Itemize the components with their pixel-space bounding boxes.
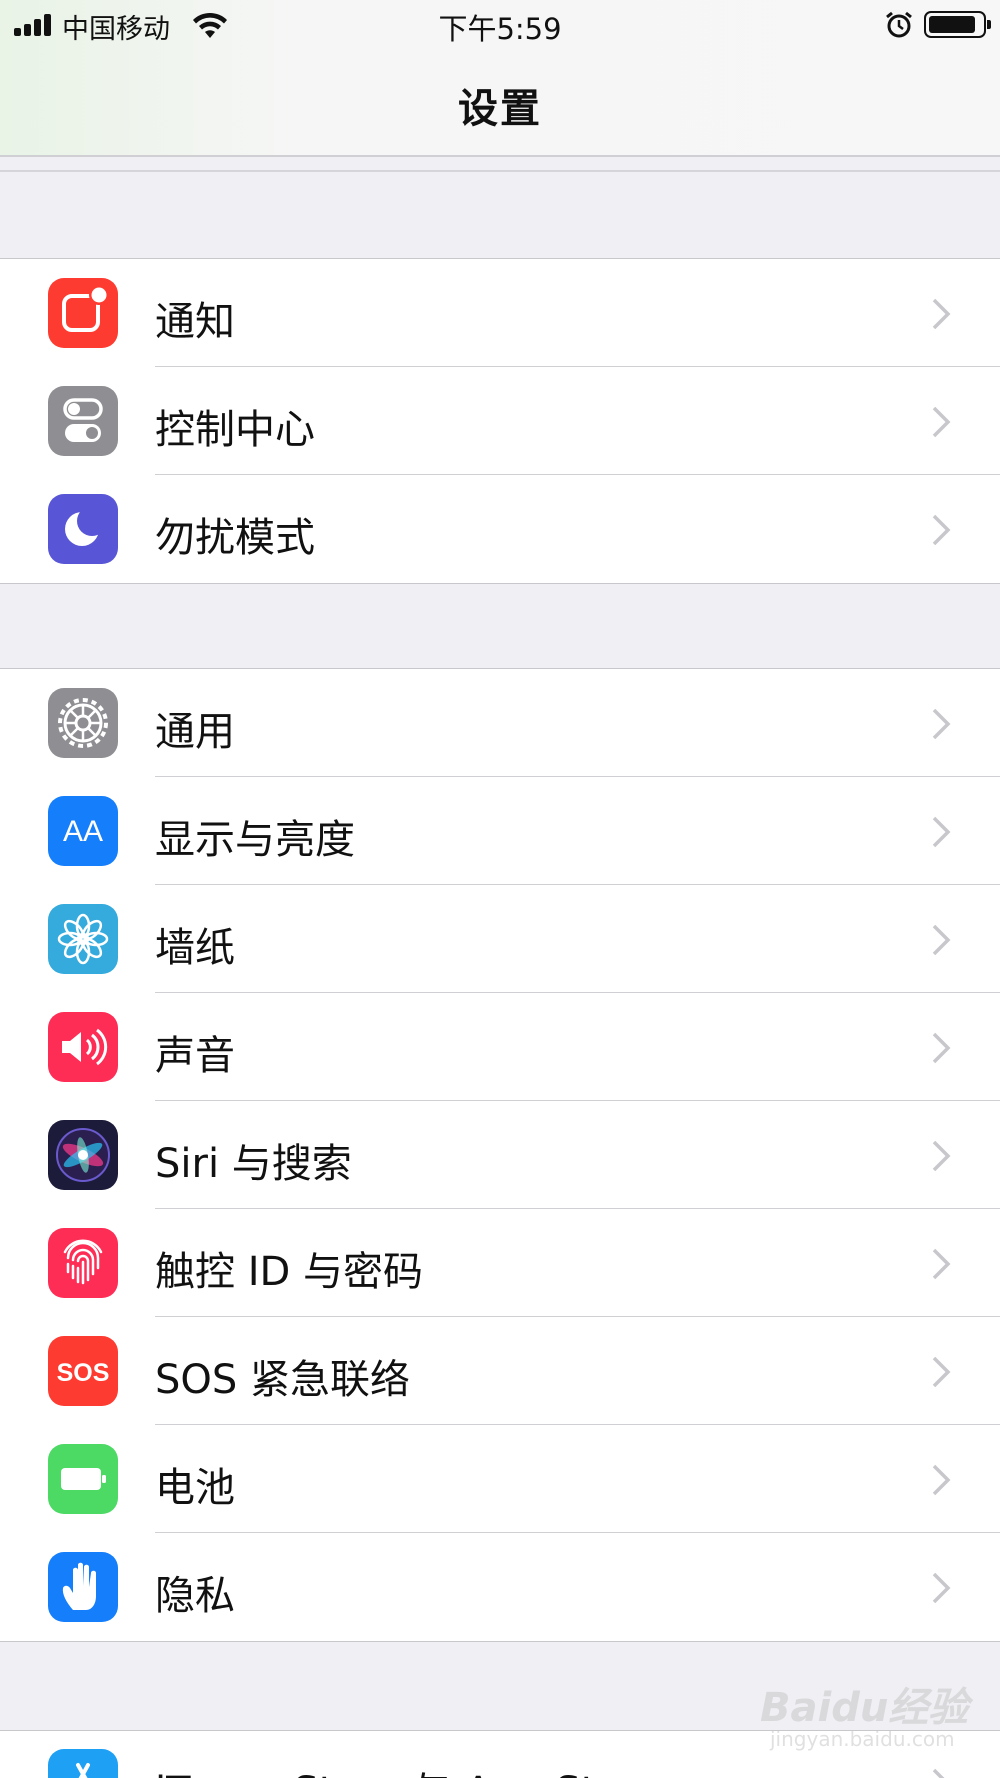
chevron-right-icon — [932, 1140, 951, 1172]
row-label: 墙纸 — [155, 925, 235, 971]
settings-group-general: 通用 AA 显示与亮度 墙纸 声音 Siri 与搜索 触控 ID 与密码 SOS… — [0, 668, 1000, 1642]
settings-row-notifications[interactable]: 通知 — [0, 259, 1000, 367]
row-label: 勿扰模式 — [155, 515, 315, 561]
row-label: iTunes Store 与 App Store — [155, 1759, 661, 1778]
row-label: 触控 ID 与密码 — [155, 1249, 424, 1295]
chevron-right-icon — [932, 1248, 951, 1280]
battery-status-icon — [924, 11, 991, 38]
notifications-icon — [48, 278, 118, 348]
battery-icon — [48, 1444, 118, 1514]
chevron-right-icon — [932, 1768, 945, 1778]
row-label: 显示与亮度 — [155, 817, 355, 863]
chevron-right-icon — [932, 1464, 951, 1496]
watermark: Baidu经验 jingyan.baidu.com — [760, 1665, 990, 1765]
settings-row-battery[interactable]: 电池 — [0, 1425, 1000, 1533]
settings-row-emergency-sos[interactable]: SOS SOS 紧急联络 — [0, 1317, 1000, 1425]
sos-icon-text: SOS — [57, 1359, 110, 1387]
settings-row-display-brightness[interactable]: AA 显示与亮度 — [0, 777, 1000, 885]
row-label: 控制中心 — [155, 407, 315, 453]
row-label: Siri 与搜索 — [155, 1141, 352, 1187]
row-label: SOS 紧急联络 — [155, 1357, 410, 1403]
status-time: 下午5:59 — [438, 12, 562, 46]
siri-icon — [48, 1120, 118, 1190]
chevron-right-icon — [932, 708, 951, 740]
chevron-right-icon — [932, 816, 951, 848]
chevron-right-icon — [932, 924, 951, 956]
header-separator — [0, 170, 1000, 172]
fingerprint-icon — [48, 1228, 118, 1298]
status-bar: 中国移动 下午5:59 — [0, 0, 1000, 50]
settings-row-general[interactable]: 通用 — [0, 669, 1000, 777]
page-title: 设置 — [458, 86, 542, 132]
chevron-right-icon — [932, 514, 951, 546]
wallpaper-flower-icon — [48, 904, 118, 974]
chevron-right-icon — [932, 298, 951, 330]
settings-row-sounds[interactable]: 声音 — [0, 993, 1000, 1101]
row-label: 声音 — [155, 1033, 235, 1079]
settings-row-do-not-disturb[interactable]: 勿扰模式 — [0, 475, 1000, 583]
row-label: 通知 — [155, 299, 235, 345]
navigation-header: 中国移动 下午5:59 设置 — [0, 0, 1000, 157]
moon-icon — [48, 494, 118, 564]
hand-icon — [48, 1552, 118, 1622]
chevron-right-icon — [932, 1356, 951, 1388]
watermark-brand: Baidu经验 — [760, 1685, 969, 1731]
alarm-icon — [886, 11, 912, 38]
chevron-right-icon — [932, 1572, 951, 1604]
display-brightness-icon: AA — [48, 796, 118, 866]
settings-row-wallpaper[interactable]: 墙纸 — [0, 885, 1000, 993]
chevron-right-icon — [932, 406, 951, 438]
settings-screen: 中国移动 下午5:59 设置 通知 控制中心 勿扰模式 通用 AA 显示与亮度 … — [0, 0, 1000, 1778]
speaker-icon — [48, 1012, 118, 1082]
row-label: 隐私 — [155, 1573, 235, 1619]
settings-row-siri-search[interactable]: Siri 与搜索 — [0, 1101, 1000, 1209]
app-store-icon — [48, 1749, 118, 1778]
chevron-right-icon — [932, 1032, 951, 1064]
gear-icon — [48, 688, 118, 758]
sos-icon: SOS — [48, 1336, 118, 1406]
display-icon-text: AA — [63, 815, 103, 848]
row-label: 通用 — [155, 709, 235, 755]
settings-row-control-center[interactable]: 控制中心 — [0, 367, 1000, 475]
watermark-url: jingyan.baidu.com — [770, 1727, 955, 1751]
settings-group-notifications: 通知 控制中心 勿扰模式 — [0, 258, 1000, 584]
control-center-icon — [48, 386, 118, 456]
settings-row-privacy[interactable]: 隐私 — [0, 1533, 1000, 1641]
row-label: 电池 — [155, 1465, 235, 1511]
settings-row-touch-id-passcode[interactable]: 触控 ID 与密码 — [0, 1209, 1000, 1317]
